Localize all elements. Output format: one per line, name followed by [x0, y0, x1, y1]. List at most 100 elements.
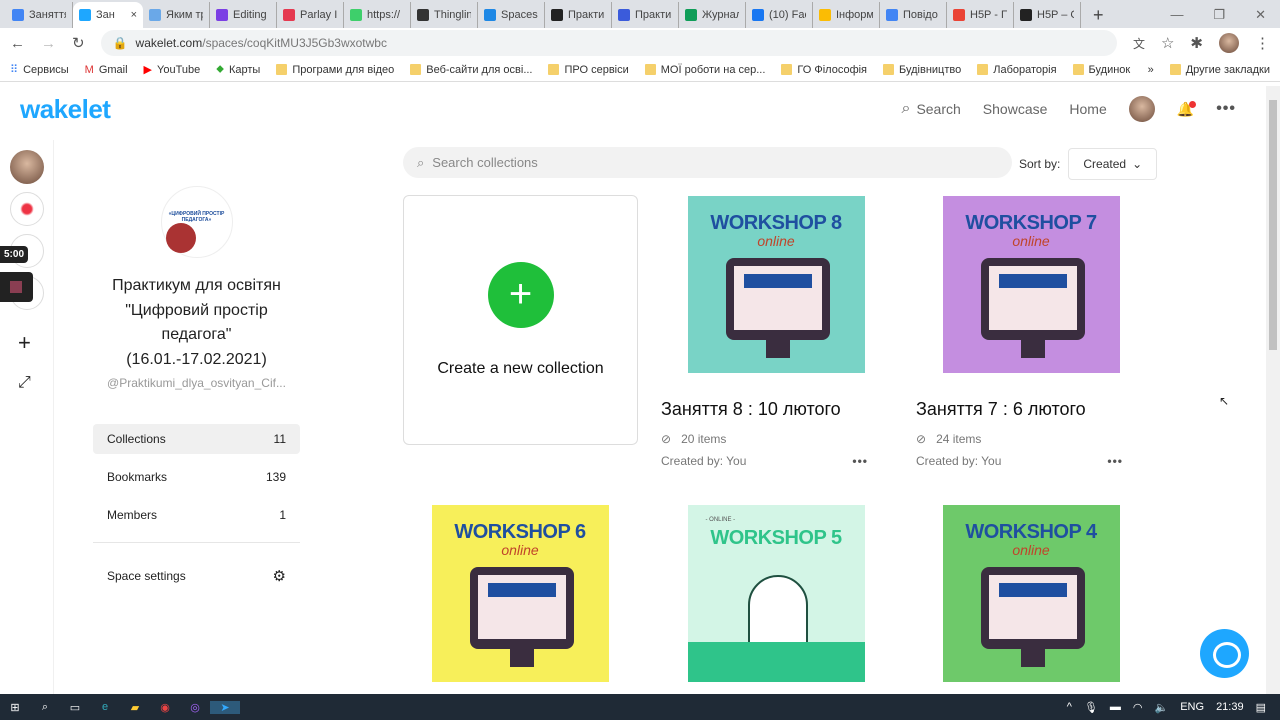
bookmark-item[interactable]: Будинок — [1072, 64, 1130, 76]
bookmark-item[interactable]: Веб-сайти для осві... — [410, 64, 532, 76]
forward-icon[interactable]: → — [41, 35, 56, 52]
sidebar-item-members[interactable]: Members 1 — [93, 500, 300, 530]
space-avatar-personal[interactable] — [10, 150, 44, 184]
collection-thumbnail[interactable]: WORKSHOP 6 online — [431, 505, 609, 682]
browser-tab[interactable]: Практи — [612, 2, 679, 28]
collection-card[interactable]: - ONLINE - WORKSHOP 5 — [656, 505, 896, 682]
collection-more-icon[interactable]: ••• — [852, 454, 868, 468]
chat-button[interactable] — [1200, 629, 1249, 678]
more-icon[interactable]: ••• — [1216, 100, 1236, 118]
browser-tab[interactable]: Практи — [545, 2, 612, 28]
space-avatar-2[interactable] — [10, 192, 44, 226]
collection-title[interactable]: Заняття 8 : 10 лютого — [661, 399, 896, 420]
bookmark-item[interactable]: ⬥ Карты — [216, 63, 260, 76]
sidebar-item-collections[interactable]: Collections 11 — [93, 424, 300, 454]
profile-avatar[interactable] — [1219, 33, 1239, 53]
back-icon[interactable]: ← — [10, 35, 25, 52]
collection-thumbnail[interactable]: WORKSHOP 8 online — [687, 196, 865, 373]
showcase-link[interactable]: Showcase — [983, 101, 1048, 117]
collection-thumbnail[interactable]: WORKSHOP 7 online — [942, 196, 1120, 373]
bookmark-item[interactable]: ▶ YouTube — [144, 63, 201, 77]
browser-tab[interactable]: Яким тр — [143, 2, 210, 28]
monitor-illustration — [980, 567, 1085, 649]
translate-icon[interactable]: 文 — [1133, 35, 1145, 52]
bell-icon[interactable]: 🔔 — [1177, 100, 1197, 118]
bookmark-item[interactable]: Будівництво — [883, 64, 961, 76]
expand-icon[interactable]: ⤢ — [18, 374, 31, 392]
browser-tab[interactable]: Інформ — [813, 2, 880, 28]
browser-tab[interactable]: Заняття — [6, 2, 73, 28]
volume-icon[interactable]: 🔈 — [1155, 701, 1169, 714]
stop-recording-button[interactable] — [0, 272, 33, 302]
browser-tab[interactable]: Thinglin — [411, 2, 478, 28]
user-avatar[interactable] — [1128, 96, 1155, 122]
language-indicator[interactable]: ENG — [1180, 701, 1204, 713]
reload-icon[interactable]: ↻ — [72, 34, 85, 52]
home-link[interactable]: Home — [1069, 101, 1106, 117]
bookmark-item[interactable]: ⠿ Сервисы — [10, 63, 69, 77]
new-tab-button[interactable]: + — [1081, 2, 1116, 28]
task-view-icon[interactable]: ▭ — [60, 701, 90, 714]
browser-tab[interactable]: Зан × — [73, 2, 143, 28]
browser-tab[interactable]: H5P - П — [947, 2, 1014, 28]
browser-tab[interactable]: Журнал — [679, 2, 746, 28]
space-settings-button[interactable]: Space settings ⚙ — [93, 561, 300, 591]
bookmark-item[interactable]: ГО Філософія — [781, 64, 867, 76]
collection-thumbnail[interactable]: WORKSHOP 4 online — [942, 505, 1120, 682]
menu-icon[interactable]: ⋮ — [1255, 34, 1270, 52]
sort-dropdown[interactable]: Created ⌄ — [1068, 148, 1158, 180]
bookmark-item[interactable]: МОЇ роботи на сер... — [644, 64, 765, 76]
gear-icon: ⚙ — [272, 568, 286, 585]
bookmarks-more-button[interactable]: » — [1148, 64, 1154, 76]
collection-card[interactable]: WORKSHOP 4 online — [911, 505, 1151, 682]
tab-favicon-icon — [149, 9, 161, 21]
collection-more-icon[interactable]: ••• — [1107, 454, 1123, 468]
browser-tab[interactable]: H5P – С — [1014, 2, 1081, 28]
tab-favicon-icon — [216, 9, 228, 21]
clock[interactable]: 21:39 — [1216, 701, 1244, 713]
search-collections-input[interactable]: ⌕ Search collections — [403, 147, 1012, 178]
tab-favicon-icon — [417, 9, 429, 21]
extensions-icon[interactable]: ✱ — [1190, 34, 1203, 52]
maximize-button[interactable]: ❐ — [1213, 2, 1225, 28]
add-space-icon[interactable]: + — [18, 330, 31, 356]
search-link[interactable]: ⌕ Search — [901, 100, 960, 118]
notifications-icon[interactable]: ▤ — [1256, 701, 1266, 714]
other-bookmarks[interactable]: Другие закладки — [1169, 64, 1270, 76]
browser-tab[interactable]: Parlay Id — [277, 2, 344, 28]
collection-card[interactable]: WORKSHOP 6 online — [400, 505, 640, 682]
collection-title[interactable]: Заняття 7 : 6 лютого — [916, 399, 1151, 420]
tray-chevron-icon[interactable]: ^ — [1067, 701, 1072, 713]
battery-icon[interactable]: ▬ — [1110, 701, 1121, 713]
browser-tab[interactable]: Повідо — [880, 2, 947, 28]
mic-icon[interactable]: 🎙 — [1084, 701, 1098, 714]
star-icon[interactable]: ☆ — [1161, 34, 1174, 52]
telegram-icon[interactable]: ➤ — [210, 700, 240, 714]
collection-thumbnail[interactable]: - ONLINE - WORKSHOP 5 — [687, 505, 865, 682]
minimize-button[interactable]: — — [1170, 2, 1183, 28]
browser-tab[interactable]: https:// — [344, 2, 411, 28]
bookmark-item[interactable]: M Gmail — [85, 64, 128, 76]
search-icon[interactable]: ⌕ — [30, 701, 60, 714]
chrome-icon[interactable]: ◉ — [150, 701, 180, 714]
windows-start-icon[interactable]: ⊞ — [0, 701, 30, 714]
create-collection-card[interactable]: + Create a new collection — [403, 195, 638, 445]
scrollbar[interactable] — [1266, 86, 1280, 694]
explorer-icon[interactable]: ▰ — [120, 701, 150, 714]
wifi-icon[interactable]: ◠ — [1133, 701, 1143, 714]
edge-icon[interactable]: e — [90, 701, 120, 713]
browser-tab[interactable]: (10) Fac — [746, 2, 813, 28]
browser-tab[interactable]: Spaces — [478, 2, 545, 28]
wakelet-logo[interactable]: wakelet — [20, 94, 111, 125]
close-tab-icon[interactable]: × — [131, 9, 137, 21]
browser-tab[interactable]: Editing — [210, 2, 277, 28]
bookmark-item[interactable]: Програми для відео — [276, 64, 394, 76]
close-window-button[interactable]: ✕ — [1255, 2, 1266, 28]
sidebar-item-bookmarks[interactable]: Bookmarks 139 — [93, 462, 300, 492]
viber-icon[interactable]: ◎ — [180, 701, 210, 714]
collection-card[interactable]: WORKSHOP 7 online Заняття 7 : 6 лютого ⊘ 24… — [911, 196, 1151, 468]
bookmark-item[interactable]: ПРО сервіси — [548, 64, 629, 76]
bookmark-item[interactable]: Лабораторія — [977, 64, 1057, 76]
collection-card[interactable]: WORKSHOP 8 online Заняття 8 : 10 лютого ⊘ 2… — [656, 196, 896, 468]
url-input[interactable]: 🔒 wakelet.com/spaces/coqKitMU3J5Gb3wxotwb… — [100, 30, 1117, 56]
